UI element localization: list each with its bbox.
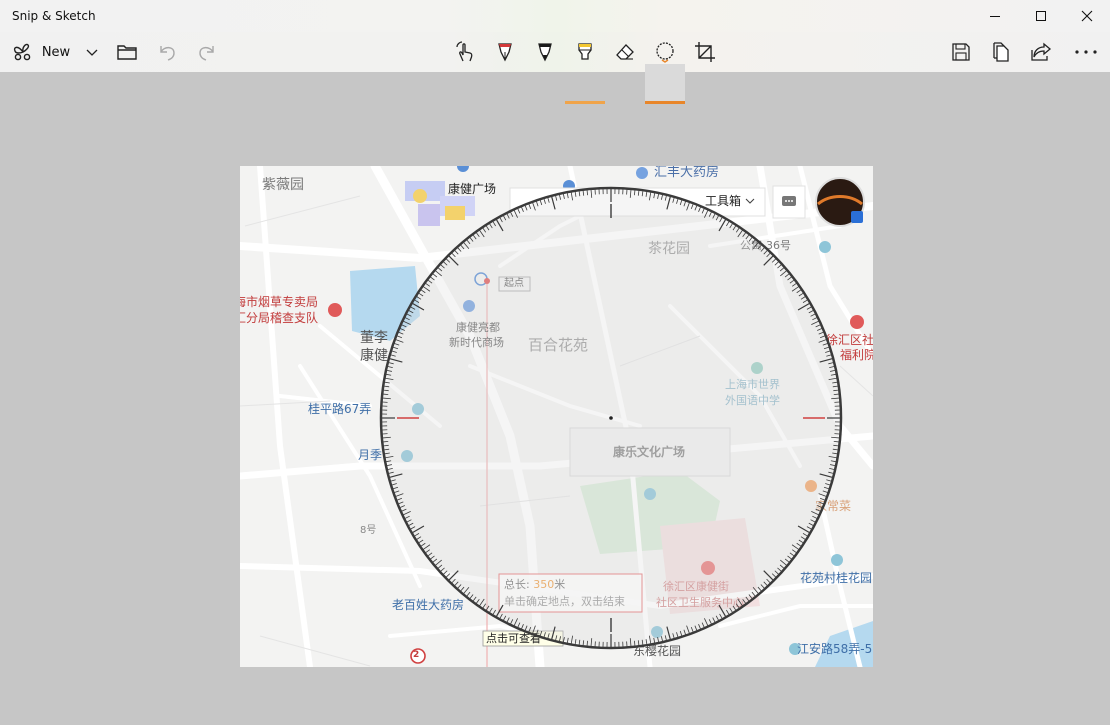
folder-icon (117, 45, 137, 60)
ruler-button[interactable] (645, 32, 685, 72)
highlighter-active-indicator (565, 101, 605, 104)
more-button[interactable] (1068, 32, 1104, 72)
minimize-icon (990, 16, 1000, 17)
save-icon (952, 43, 970, 61)
protractor-tick (634, 190, 636, 196)
new-button[interactable]: New (10, 32, 72, 72)
share-button[interactable] (1026, 32, 1056, 72)
pencil-button[interactable] (530, 32, 560, 72)
close-button[interactable] (1064, 0, 1110, 32)
eraser-icon (616, 44, 634, 60)
crop-button[interactable] (690, 32, 720, 72)
redo-icon (199, 46, 214, 61)
protractor-tick (586, 190, 588, 196)
maximize-button[interactable] (1018, 0, 1064, 32)
crop-icon (695, 42, 715, 62)
protractor-tick (383, 393, 389, 395)
protractor-overlay[interactable] (240, 166, 873, 667)
close-icon (1081, 10, 1093, 22)
app-title: Snip & Sketch (12, 9, 96, 23)
toolbar: New (0, 32, 1110, 104)
highlighter-icon (578, 43, 592, 60)
new-button-label: New (41, 44, 71, 60)
protractor-tick (833, 393, 839, 395)
highlighter-button[interactable] (570, 32, 600, 72)
protractor-center (609, 416, 613, 420)
share-icon (1031, 42, 1052, 61)
ruler-active-indicator (645, 101, 685, 104)
save-button[interactable] (946, 32, 976, 72)
eraser-button[interactable] (610, 32, 640, 72)
new-snip-dropdown[interactable] (80, 32, 104, 72)
protractor-tick (383, 441, 389, 443)
open-file-button[interactable] (112, 32, 142, 72)
touch-writing-icon (456, 41, 473, 62)
undo-icon (160, 46, 175, 61)
copy-button[interactable] (986, 32, 1016, 72)
chevron-down-icon (86, 49, 98, 56)
pencil-icon (538, 43, 552, 62)
ballpoint-pen-icon (498, 43, 512, 62)
undo-button[interactable] (152, 32, 182, 72)
minimize-button[interactable] (972, 0, 1018, 32)
protractor-tick (634, 640, 636, 646)
title-bar: Snip & Sketch (0, 0, 1110, 32)
touch-writing-button[interactable] (450, 32, 480, 72)
ballpoint-pen-button[interactable] (490, 32, 520, 72)
protractor-tick (586, 640, 588, 646)
redo-button[interactable] (192, 32, 222, 72)
ruler-protractor-icon (656, 42, 674, 63)
new-snip-icon (13, 43, 31, 61)
protractor-tick (833, 441, 839, 443)
copy-icon (993, 42, 1009, 62)
maximize-icon (1036, 11, 1046, 21)
more-icon (1075, 50, 1097, 54)
image-canvas[interactable]: 紫薇园 康健广场 汇丰大药房 工具箱 海市烟草专卖局 汇分局稽查支队 董李 康健… (240, 166, 873, 667)
